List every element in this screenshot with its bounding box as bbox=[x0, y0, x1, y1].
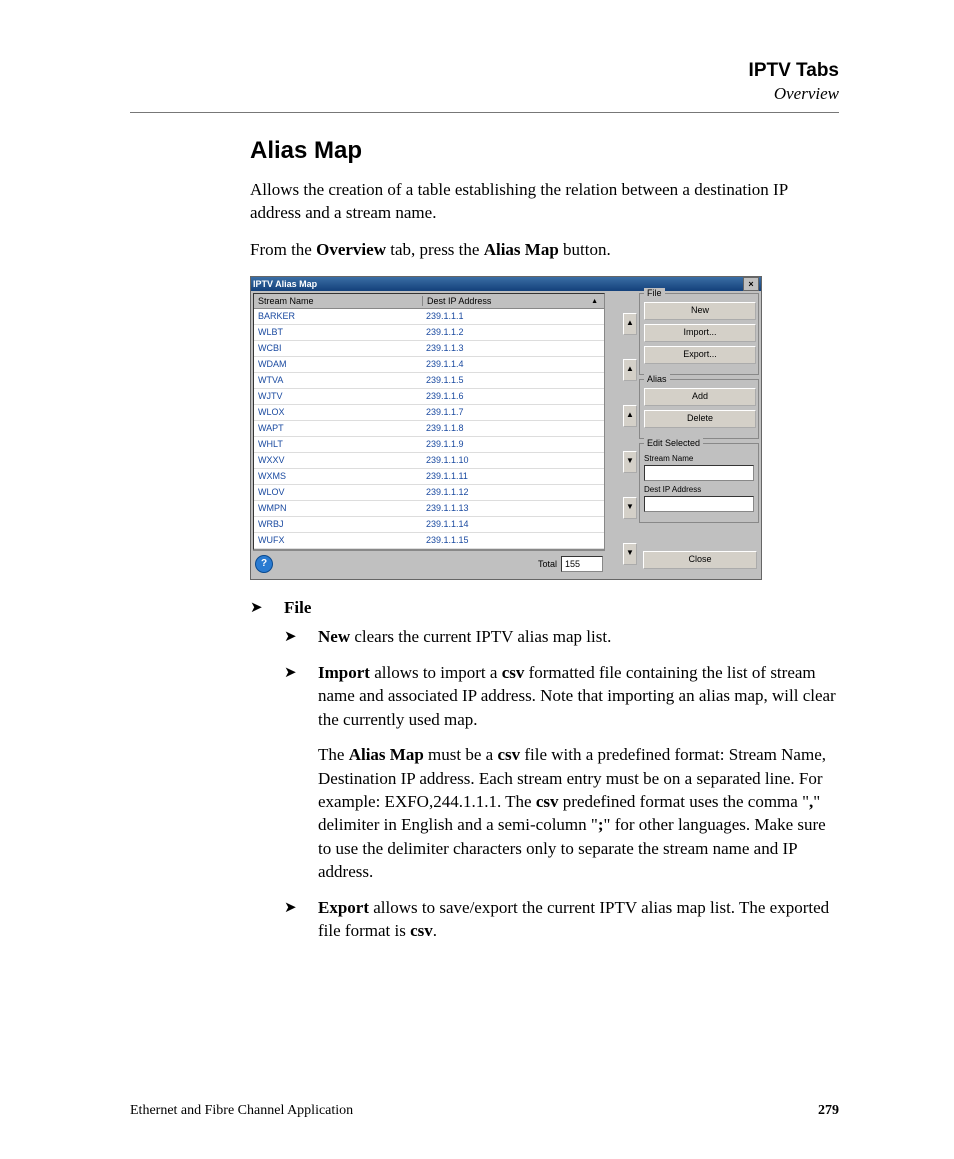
table-row[interactable]: WLOX239.1.1.7 bbox=[254, 405, 604, 421]
column-dest-ip[interactable]: Dest IP Address ▲ bbox=[423, 296, 604, 306]
cell-dest-ip: 239.1.1.14 bbox=[422, 519, 604, 529]
cell-stream-name: WLBT bbox=[254, 327, 422, 337]
total-value: 155 bbox=[561, 556, 603, 572]
table-row[interactable]: WXMS239.1.1.11 bbox=[254, 469, 604, 485]
move-down-single-button[interactable]: ▼ bbox=[623, 451, 637, 473]
export-button[interactable]: Export... bbox=[644, 346, 756, 364]
bullet-file: File New clears the current IPTV alias m… bbox=[250, 596, 839, 943]
cell-dest-ip: 239.1.1.12 bbox=[422, 487, 604, 497]
cell-stream-name: WAPT bbox=[254, 423, 422, 433]
cell-dest-ip: 239.1.1.11 bbox=[422, 471, 604, 481]
edit-selected-group: Edit Selected Stream Name Dest IP Addres… bbox=[639, 443, 759, 523]
new-button[interactable]: New bbox=[644, 302, 756, 320]
cell-stream-name: WXXV bbox=[254, 455, 422, 465]
table-row[interactable]: WLOV239.1.1.12 bbox=[254, 485, 604, 501]
cell-stream-name: WLOV bbox=[254, 487, 422, 497]
dest-ip-input[interactable] bbox=[644, 496, 754, 512]
cell-stream-name: WXMS bbox=[254, 471, 422, 481]
total-label: Total bbox=[538, 559, 557, 569]
cell-stream-name: WHLT bbox=[254, 439, 422, 449]
table-scrollbar[interactable] bbox=[607, 293, 621, 577]
move-down-button[interactable]: ▼ bbox=[623, 497, 637, 519]
cell-dest-ip: 239.1.1.15 bbox=[422, 535, 604, 545]
header-subtitle: Overview bbox=[130, 84, 839, 104]
cell-dest-ip: 239.1.1.8 bbox=[422, 423, 604, 433]
add-button[interactable]: Add bbox=[644, 388, 756, 406]
close-icon[interactable]: × bbox=[743, 277, 759, 291]
dialog-title: IPTV Alias Map bbox=[253, 279, 743, 289]
page-number: 279 bbox=[818, 1103, 839, 1119]
cell-stream-name: WCBI bbox=[254, 343, 422, 353]
cell-stream-name: WRBJ bbox=[254, 519, 422, 529]
cell-dest-ip: 239.1.1.4 bbox=[422, 359, 604, 369]
cell-stream-name: WDAM bbox=[254, 359, 422, 369]
table-row[interactable]: WUFX239.1.1.15 bbox=[254, 533, 604, 549]
cell-dest-ip: 239.1.1.13 bbox=[422, 503, 604, 513]
edit-group-label: Edit Selected bbox=[644, 438, 703, 448]
close-button[interactable]: Close bbox=[643, 551, 757, 569]
cell-stream-name: WMPN bbox=[254, 503, 422, 513]
table-row[interactable]: WJTV239.1.1.6 bbox=[254, 389, 604, 405]
table-row[interactable]: WRBJ239.1.1.14 bbox=[254, 517, 604, 533]
table-row[interactable]: WXXV239.1.1.10 bbox=[254, 453, 604, 469]
stream-name-label: Stream Name bbox=[644, 454, 754, 463]
cell-dest-ip: 239.1.1.9 bbox=[422, 439, 604, 449]
cell-dest-ip: 239.1.1.3 bbox=[422, 343, 604, 353]
table-row[interactable]: WCBI239.1.1.3 bbox=[254, 341, 604, 357]
cell-dest-ip: 239.1.1.10 bbox=[422, 455, 604, 465]
dialog-titlebar: IPTV Alias Map × bbox=[251, 277, 761, 291]
move-top-button[interactable]: ▲ bbox=[623, 313, 637, 335]
alias-group-label: Alias bbox=[644, 374, 670, 384]
intro-paragraph-1: Allows the creation of a table establish… bbox=[250, 179, 839, 225]
cell-dest-ip: 239.1.1.6 bbox=[422, 391, 604, 401]
column-stream-name[interactable]: Stream Name bbox=[254, 296, 423, 306]
move-up-button[interactable]: ▲ bbox=[623, 359, 637, 381]
header-rule bbox=[130, 112, 839, 113]
file-group-label: File bbox=[644, 288, 665, 298]
bullet-export: Export allows to save/export the current… bbox=[284, 896, 839, 943]
import-button[interactable]: Import... bbox=[644, 324, 756, 342]
table-row[interactable]: WDAM239.1.1.4 bbox=[254, 357, 604, 373]
cell-stream-name: WLOX bbox=[254, 407, 422, 417]
cell-dest-ip: 239.1.1.2 bbox=[422, 327, 604, 337]
table-row[interactable]: WHLT239.1.1.9 bbox=[254, 437, 604, 453]
bullet-import: Import allows to import a csv formatted … bbox=[284, 661, 839, 884]
table-row[interactable]: WAPT239.1.1.8 bbox=[254, 421, 604, 437]
header-title: IPTV Tabs bbox=[130, 60, 839, 82]
move-bottom-button[interactable]: ▼ bbox=[623, 543, 637, 565]
cell-stream-name: BARKER bbox=[254, 311, 422, 321]
dest-ip-label: Dest IP Address bbox=[644, 485, 754, 494]
table-row[interactable]: WTVA239.1.1.5 bbox=[254, 373, 604, 389]
cell-stream-name: WUFX bbox=[254, 535, 422, 545]
intro-paragraph-2: From the Overview tab, press the Alias M… bbox=[250, 239, 839, 262]
sort-asc-icon: ▲ bbox=[591, 298, 598, 305]
cell-dest-ip: 239.1.1.7 bbox=[422, 407, 604, 417]
file-group: File New Import... Export... bbox=[639, 293, 759, 375]
cell-stream-name: WTVA bbox=[254, 375, 422, 385]
alias-group: Alias Add Delete bbox=[639, 379, 759, 439]
footer-text: Ethernet and Fibre Channel Application bbox=[130, 1103, 353, 1119]
stream-name-input[interactable] bbox=[644, 465, 754, 481]
section-heading: Alias Map bbox=[250, 137, 839, 165]
help-icon[interactable]: ? bbox=[255, 555, 273, 573]
table-row[interactable]: WMPN239.1.1.13 bbox=[254, 501, 604, 517]
cell-dest-ip: 239.1.1.1 bbox=[422, 311, 604, 321]
table-row[interactable]: WLBT239.1.1.2 bbox=[254, 325, 604, 341]
delete-button[interactable]: Delete bbox=[644, 410, 756, 428]
move-up-single-button[interactable]: ▲ bbox=[623, 405, 637, 427]
cell-dest-ip: 239.1.1.5 bbox=[422, 375, 604, 385]
table-row[interactable]: BARKER239.1.1.1 bbox=[254, 309, 604, 325]
alias-map-dialog: IPTV Alias Map × Stream Name Dest IP Add… bbox=[250, 276, 762, 580]
bullet-new: New clears the current IPTV alias map li… bbox=[284, 625, 839, 648]
cell-stream-name: WJTV bbox=[254, 391, 422, 401]
alias-table: Stream Name Dest IP Address ▲ BARKER239.… bbox=[253, 293, 605, 550]
